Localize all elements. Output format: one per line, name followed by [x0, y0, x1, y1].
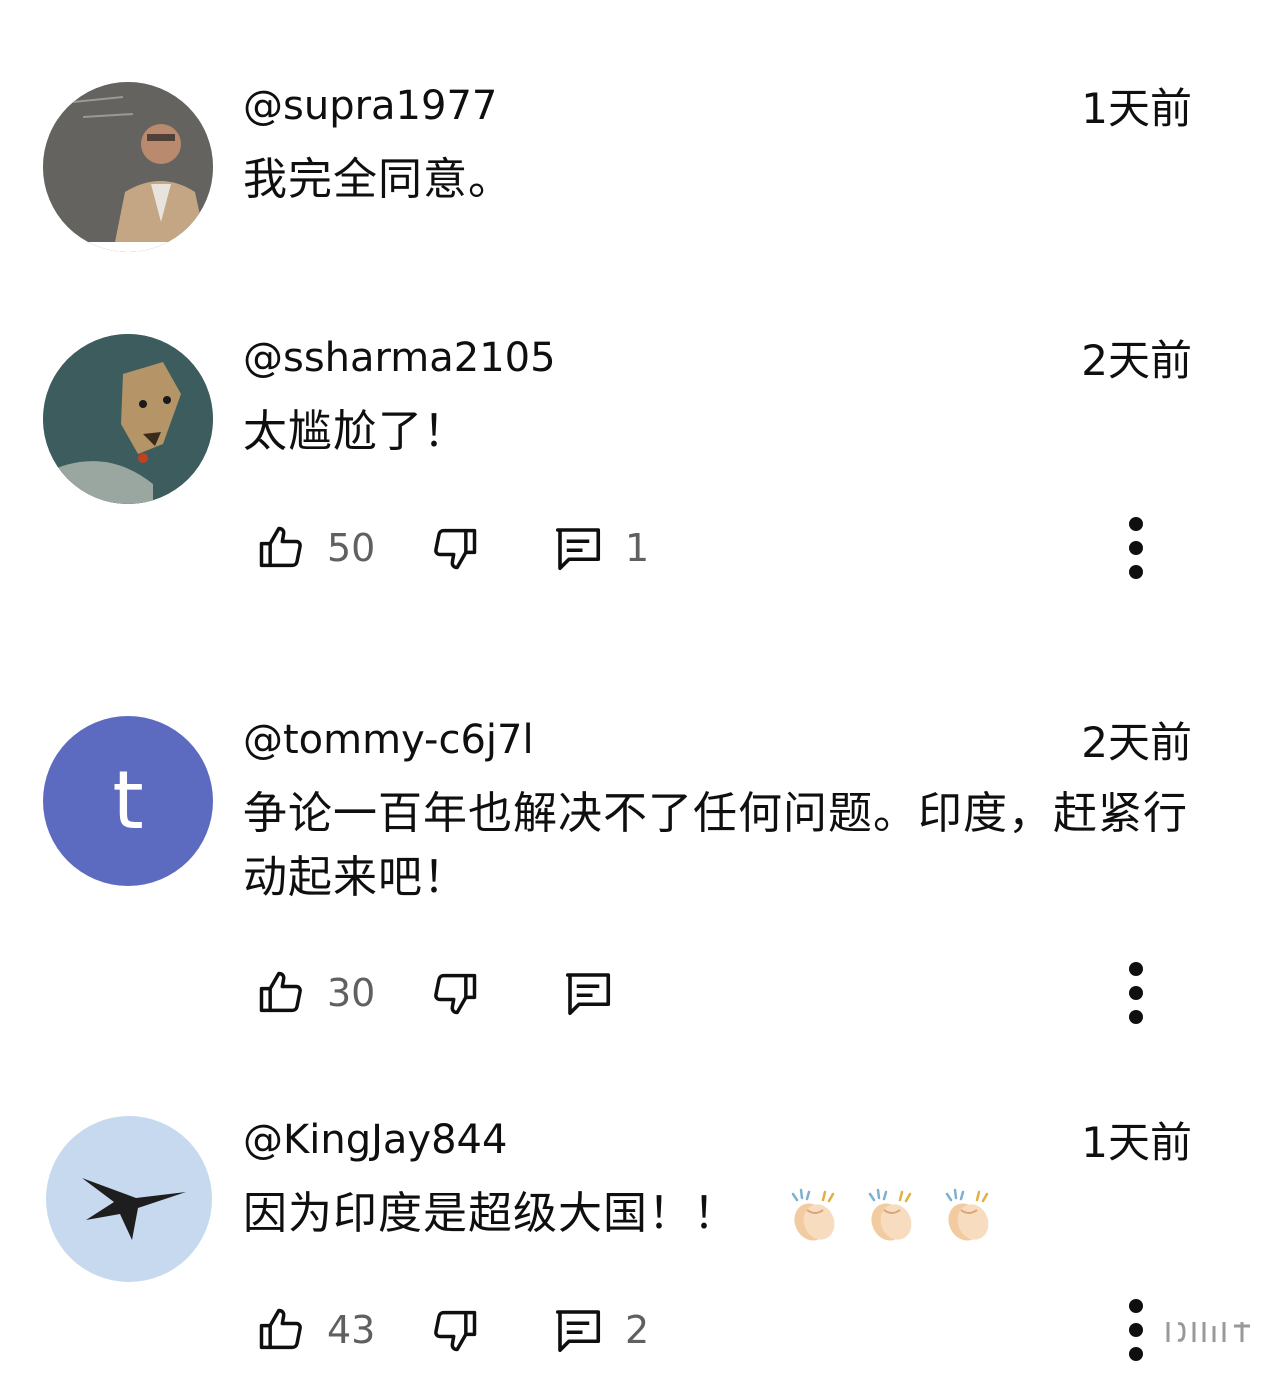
like-count: 30 — [327, 971, 376, 1015]
dislike-button[interactable] — [429, 518, 481, 578]
comment-timestamp: 1天前 — [1081, 84, 1192, 133]
clapping-hands-icon — [868, 1188, 912, 1241]
like-button[interactable]: 50 — [255, 518, 375, 578]
clapping-hands-icon — [791, 1188, 835, 1241]
comment-username[interactable]: @supra1977 — [243, 82, 497, 130]
comment-icon — [565, 973, 611, 1016]
reply-button[interactable] — [561, 963, 615, 1023]
comment-icon — [555, 1310, 601, 1353]
comment-icon — [555, 528, 601, 571]
comment-actions: 50 1 — [255, 517, 1215, 579]
thumbs-up-icon — [259, 1308, 302, 1350]
reply-button[interactable]: 2 — [551, 1300, 649, 1360]
reply-count: 1 — [625, 526, 650, 570]
like-button[interactable]: 30 — [255, 963, 375, 1023]
avatar[interactable] — [46, 1116, 212, 1282]
comment-text-body: 因为印度是超级大国！！ — [243, 1188, 738, 1239]
comment-text: 太尴尬了！ — [243, 406, 468, 457]
thumbs-up-icon — [259, 526, 302, 568]
comment-actions: 43 2 — [255, 1299, 1215, 1361]
like-count: 43 — [327, 1308, 376, 1352]
thumbs-down-icon — [434, 1310, 477, 1352]
comment-actions: 30 — [255, 962, 1215, 1024]
comment-timestamp: 2天前 — [1081, 336, 1192, 385]
reply-count: 2 — [625, 1308, 650, 1352]
like-button[interactable]: 43 — [255, 1300, 375, 1360]
thumbs-up-icon — [259, 971, 302, 1013]
comment-username[interactable]: @tommy-c6j7l — [243, 716, 534, 764]
watermark-logo — [1160, 1318, 1260, 1346]
avatar[interactable]: t — [43, 716, 213, 886]
reply-button[interactable]: 1 — [551, 518, 649, 578]
comment-text: 我完全同意。 — [243, 154, 513, 205]
comment-text: 争论一百年也解决不了任何问题。印度，赶紧行动起来吧！ — [243, 788, 1188, 903]
like-count: 50 — [327, 526, 376, 570]
thumbs-down-icon — [434, 973, 477, 1015]
dislike-button[interactable] — [429, 1300, 481, 1360]
dislike-button[interactable] — [429, 963, 481, 1023]
avatar[interactable] — [43, 82, 213, 252]
thumbs-down-icon — [434, 528, 477, 570]
comment-timestamp: 1天前 — [1081, 1118, 1192, 1167]
comment-username[interactable]: @ssharma2105 — [243, 334, 556, 382]
comment-text: 因为印度是超级大国！！ — [243, 1182, 1203, 1246]
more-options-icon[interactable] — [1121, 959, 1151, 1027]
clapping-hands-icon — [945, 1188, 989, 1241]
more-options-icon[interactable] — [1121, 1296, 1151, 1364]
avatar[interactable] — [43, 334, 213, 504]
comment-username[interactable]: @KingJay844 — [243, 1116, 507, 1164]
avatar-letter: t — [112, 754, 144, 847]
more-options-icon[interactable] — [1121, 514, 1151, 582]
emoji-group — [779, 1188, 995, 1241]
comment-timestamp: 2天前 — [1081, 718, 1192, 767]
